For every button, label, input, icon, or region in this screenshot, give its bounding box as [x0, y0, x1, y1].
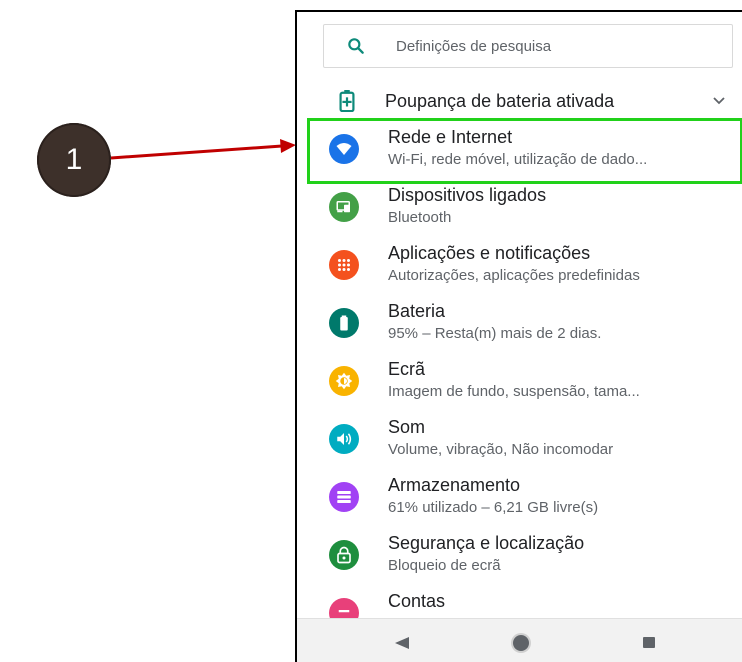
settings-item-connected-devices[interactable]: Dispositivos ligados Bluetooth	[297, 178, 742, 236]
battery-saver-icon	[339, 90, 355, 112]
battery-saver-banner[interactable]: Poupança de bateria ativada	[297, 84, 742, 118]
settings-screen: Definições de pesquisa Poupança de bater…	[295, 10, 742, 662]
annotation-highlight-box	[307, 118, 742, 184]
settings-item-title: Contas	[388, 591, 446, 611]
settings-list: Rede e Internet Wi-Fi, rede móvel, utili…	[297, 120, 742, 642]
back-icon[interactable]	[395, 637, 409, 649]
settings-item-subtitle: 61% utilizado – 6,21 GB livre(s)	[388, 499, 599, 516]
settings-item-title: Som	[388, 417, 426, 437]
settings-item-sound[interactable]: Som Volume, vibração, Não incomodar	[297, 410, 742, 468]
settings-item-display[interactable]: Ecrã Imagem de fundo, suspensão, tama...	[297, 352, 742, 410]
storage-icon	[329, 482, 359, 512]
battery-icon	[329, 308, 359, 338]
recent-apps-icon[interactable]	[643, 637, 655, 648]
settings-item-battery[interactable]: Bateria 95% – Resta(m) mais de 2 dias.	[297, 294, 742, 352]
apps-grid-icon	[329, 250, 359, 280]
settings-item-security[interactable]: Segurança e localização Bloqueio de ecrã	[297, 526, 742, 584]
settings-item-subtitle: Volume, vibração, Não incomodar	[388, 441, 614, 458]
battery-saver-label: Poupança de bateria ativada	[385, 90, 615, 111]
settings-item-subtitle: Imagem de fundo, suspensão, tama...	[388, 383, 640, 400]
home-icon[interactable]	[513, 635, 529, 651]
settings-item-storage[interactable]: Armazenamento 61% utilizado – 6,21 GB li…	[297, 468, 742, 526]
settings-item-title: Bateria	[388, 301, 446, 321]
settings-item-subtitle: Bluetooth	[388, 209, 452, 226]
search-icon	[348, 38, 364, 54]
volume-icon	[329, 424, 359, 454]
settings-item-title: Segurança e localização	[388, 533, 585, 553]
annotation-number: 1	[65, 143, 83, 176]
settings-item-title: Dispositivos ligados	[388, 185, 547, 205]
navigation-bar	[297, 618, 742, 662]
settings-item-title: Armazenamento	[388, 475, 521, 495]
brightness-icon	[329, 366, 359, 396]
lock-icon	[329, 540, 359, 570]
settings-item-title: Aplicações e notificações	[388, 243, 591, 263]
search-placeholder: Definições de pesquisa	[396, 37, 552, 55]
search-settings-bar[interactable]: Definições de pesquisa	[323, 24, 733, 68]
settings-item-title: Ecrã	[388, 359, 426, 379]
chevron-down-icon[interactable]	[709, 90, 729, 110]
settings-item-subtitle: Bloqueio de ecrã	[388, 557, 501, 574]
annotation-badge: 1	[37, 123, 111, 197]
settings-item-apps[interactable]: Aplicações e notificações Autorizações, …	[297, 236, 742, 294]
settings-item-subtitle: Autorizações, aplicações predefinidas	[388, 267, 640, 284]
settings-item-subtitle: 95% – Resta(m) mais de 2 dias.	[388, 325, 602, 342]
connected-devices-icon	[329, 192, 359, 222]
